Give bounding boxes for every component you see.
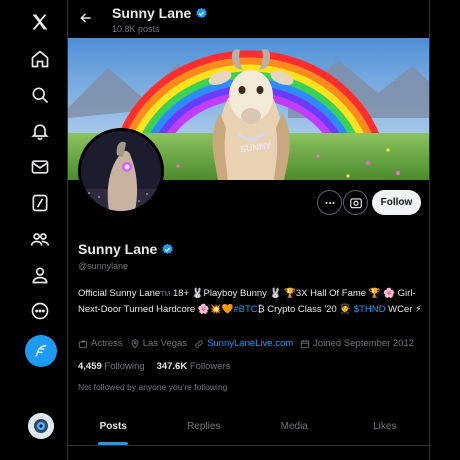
header-post-count: 10.8K posts — [112, 24, 160, 34]
account-avatar[interactable] — [28, 413, 54, 439]
bio-text: WCer ⚡ — [385, 304, 422, 315]
profession-item: Actress — [78, 338, 123, 349]
tab-posts[interactable]: Posts — [68, 408, 159, 445]
mail-icon[interactable] — [22, 149, 58, 185]
more-icon[interactable] — [22, 293, 58, 329]
joined-item: Joined September 2012 — [300, 338, 414, 349]
arrow-left-icon — [80, 13, 91, 23]
followers-label: Followers — [189, 361, 231, 372]
briefcase-icon — [78, 340, 88, 348]
subscribe-button[interactable] — [343, 190, 368, 215]
profile-handle: @sunnylane — [78, 261, 129, 271]
bio-cashtag-link[interactable]: $THND — [354, 304, 386, 315]
profile-meta: Actress Las Vegas SunnyLaneLive.com Join… — [78, 338, 421, 349]
tab-replies[interactable]: Replies — [159, 408, 250, 445]
profile-name-text: Sunny Lane — [78, 241, 158, 257]
x-logo-icon[interactable] — [22, 4, 58, 40]
profile-tabs: Posts Replies Media Likes — [68, 408, 430, 446]
location-text: Las Vegas — [142, 338, 188, 349]
grok-icon[interactable] — [22, 185, 58, 221]
profile-column: Sunny Lane 10.8K posts SUNNY Follow Sunn… — [68, 0, 430, 460]
tab-media[interactable]: Media — [249, 408, 340, 445]
header-name-text: Sunny Lane — [112, 5, 192, 21]
bio-trademark: TM — [160, 291, 171, 298]
link-icon — [195, 339, 203, 348]
follow-stats: 4,459 Following 347.6K Followers — [78, 361, 231, 372]
not-followed-notice: Not followed by anyone you’re following — [78, 382, 228, 392]
feather-icon — [35, 345, 47, 357]
website-link[interactable]: SunnyLaneLive.com — [207, 338, 293, 349]
followers-stat[interactable]: 347.6K Followers — [157, 361, 231, 372]
profile-name: Sunny Lane — [78, 241, 174, 257]
communities-icon[interactable] — [22, 221, 58, 257]
verified-badge-icon — [196, 7, 208, 18]
verified-badge-icon[interactable] — [161, 243, 174, 256]
tab-likes[interactable]: Likes — [340, 408, 430, 445]
following-label: Following — [104, 361, 145, 372]
calendar-icon — [300, 339, 310, 348]
ellipsis-icon — [324, 201, 335, 204]
profile-bio: Official Sunny LaneTM 18+ 🐰Playboy Bunny… — [78, 286, 424, 317]
camera-icon — [349, 197, 362, 208]
bio-text: Official Sunny Lane — [78, 288, 161, 299]
following-stat[interactable]: 4,459 Following — [78, 361, 145, 372]
profile-avatar[interactable] — [78, 128, 164, 214]
bio-hashtag-link[interactable]: #BTC — [233, 304, 257, 315]
followers-count: 347.6K — [156, 361, 188, 372]
joined-text: Joined September 2012 — [313, 338, 415, 349]
post-button[interactable] — [25, 335, 57, 367]
website-item[interactable]: SunnyLaneLive.com — [194, 338, 293, 349]
more-options-button[interactable] — [317, 190, 342, 215]
location-item: Las Vegas — [130, 338, 187, 349]
back-button[interactable] — [76, 8, 96, 28]
following-count: 4,459 — [78, 361, 102, 372]
bell-icon[interactable] — [22, 113, 58, 149]
profile-header-bar: Sunny Lane 10.8K posts — [68, 0, 429, 38]
search-icon[interactable] — [22, 77, 58, 113]
follow-button[interactable]: Follow — [372, 190, 421, 215]
profile-icon[interactable] — [22, 257, 58, 293]
left-nav — [0, 0, 68, 460]
profession-text: Actress — [91, 338, 123, 349]
header-title: Sunny Lane — [112, 5, 208, 21]
bio-text: ₿ Crypto Class '20 🧑‍🎓 — [257, 304, 354, 315]
home-icon[interactable] — [22, 41, 58, 77]
location-pin-icon — [131, 338, 139, 348]
